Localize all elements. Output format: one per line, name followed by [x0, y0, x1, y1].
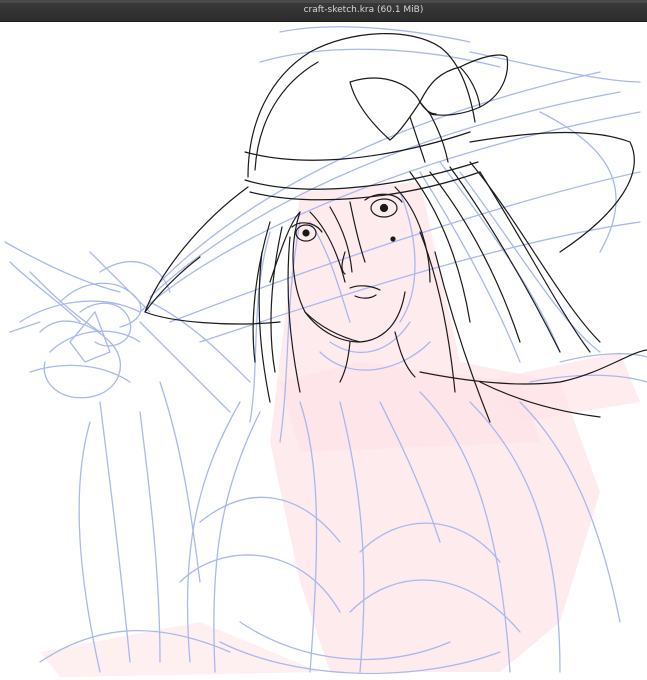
- drawing-canvas[interactable]: [0, 22, 647, 680]
- color-layer: [40, 182, 640, 677]
- title-bar[interactable]: craft-sketch.kra (60.1 MiB): [0, 0, 647, 22]
- application-window: craft-sketch.kra (60.1 MiB): [0, 0, 647, 680]
- tab-strip: [0, 0, 647, 3]
- artwork: [4, 26, 647, 677]
- document-title: craft-sketch.kra (60.1 MiB): [303, 5, 424, 15]
